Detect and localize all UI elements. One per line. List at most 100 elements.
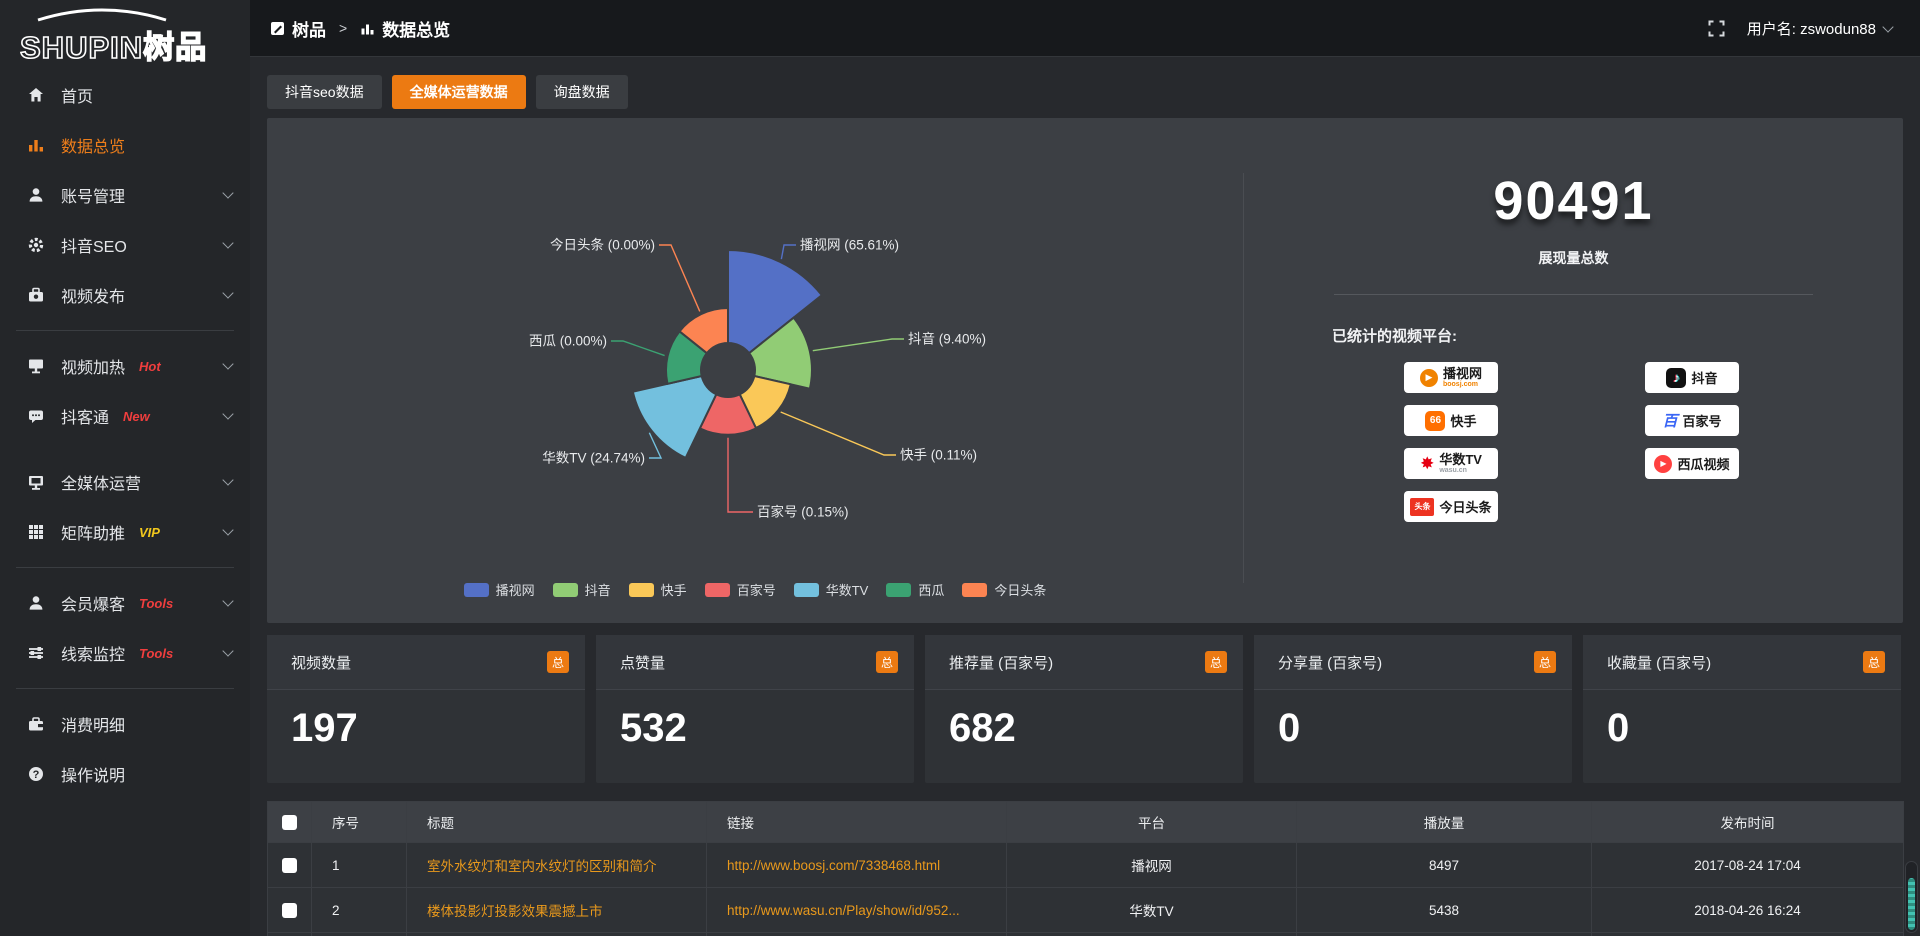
- logo-text: SHUPIN树品: [20, 22, 250, 67]
- sidebar-item-matrix-boost[interactable]: 矩阵助推 VIP: [0, 507, 250, 557]
- platform-badge-xigua: ▶ 西瓜视频: [1645, 448, 1739, 479]
- cell-link[interactable]: http://www.boosj.com/7338468.html: [707, 843, 1007, 888]
- toutiao-logo-icon: 头条: [1410, 498, 1434, 516]
- stat-title: 点赞量: [620, 652, 665, 673]
- chevron-down-icon: [222, 595, 233, 606]
- cell-title[interactable]: 室外水纹灯和室内水纹灯的区别和简介: [407, 843, 707, 888]
- legend-swatch: [629, 583, 654, 597]
- platform-badges: ▶ 播视网boosj.com ♪ 抖音 66 快手 百 百家号: [1404, 362, 1903, 522]
- stat-card-recommendations: 推荐量 (百家号)总 682: [925, 635, 1243, 783]
- select-all-checkbox[interactable]: [282, 815, 297, 830]
- sidebar-item-label: 全媒体运营: [61, 470, 141, 494]
- sidebar-item-label: 线索监控: [61, 641, 125, 665]
- platform-badge-kuaishou: 66 快手: [1404, 405, 1498, 436]
- table-row: 2 楼体投影灯投影效果震撼上市 http://www.wasu.cn/Play/…: [268, 888, 1904, 933]
- pie-label: 西瓜 (0.00%): [529, 334, 607, 349]
- pie-label: 百家号 (0.15%): [757, 504, 849, 520]
- gear-icon: [26, 235, 46, 255]
- tools-badge: Tools: [139, 596, 173, 611]
- sidebar-item-lead-monitoring[interactable]: 线索监控 Tools: [0, 628, 250, 678]
- pie-label-line: [781, 412, 896, 455]
- breadcrumb-root[interactable]: 树品: [292, 16, 326, 41]
- sidebar-item-label: 会员爆客: [61, 591, 125, 615]
- pie-slice-华数TV[interactable]: [633, 376, 716, 458]
- shupin-crumb-icon: [270, 21, 285, 36]
- pie-label: 快手 (0.11%): [900, 448, 977, 463]
- tab-douyin-seo-data[interactable]: 抖音seo数据: [267, 75, 382, 109]
- videos-table: 序号 标题 链接 平台 播放量 发布时间 1 室外水纹灯和室内水纹灯的区别和简介…: [267, 801, 1903, 936]
- summary-panel: 90491 展现量总数 已统计的视频平台: ▶ 播视网boosj.com ♪ 抖…: [1244, 118, 1903, 623]
- legend-label: 播视网: [496, 580, 535, 599]
- tab-omni-media-data[interactable]: 全媒体运营数据: [392, 75, 526, 109]
- cell-link[interactable]: http://www.wasu.cn/Play/show/id/952...: [707, 888, 1007, 933]
- sidebar-item-member-baoke[interactable]: 会员爆客 Tools: [0, 578, 250, 628]
- logo-arc: [32, 8, 172, 22]
- row-checkbox[interactable]: [282, 858, 297, 873]
- platforms-label: 已统计的视频平台:: [1332, 325, 1903, 346]
- stat-card-shares: 分享量 (百家号)总 0: [1254, 635, 1572, 783]
- legend-swatch: [962, 583, 987, 597]
- scrollbar-thumb[interactable]: [1908, 878, 1915, 930]
- app: SHUPIN树品 首页 数据总览 账号管理 抖音SEO 视频发布: [0, 0, 1920, 936]
- sidebar-item-video-publish[interactable]: 视频发布: [0, 270, 250, 320]
- chevron-down-icon: [222, 187, 233, 198]
- stat-title: 分享量 (百家号): [1278, 652, 1382, 673]
- table-row: 1 室外水纹灯和室内水纹灯的区别和简介 http://www.boosj.com…: [268, 843, 1904, 888]
- legend-item[interactable]: 西瓜: [886, 580, 944, 599]
- user-menu[interactable]: 用户名: zswodun88: [1747, 18, 1892, 39]
- legend-label: 华数TV: [826, 580, 869, 599]
- legend-item[interactable]: 华数TV: [794, 580, 869, 599]
- main-content: 抖音seo数据 全媒体运营数据 询盘数据 播视网 (65.61%)抖音 (9.4…: [250, 57, 1920, 936]
- sidebar-item-doketong[interactable]: 抖客通 New: [0, 391, 250, 441]
- legend-item[interactable]: 今日头条: [962, 580, 1046, 599]
- sidebar-item-omni-media-operation[interactable]: 全媒体运营: [0, 457, 250, 507]
- sidebar-item-operation-guide[interactable]: ? 操作说明: [0, 749, 250, 799]
- sidebar-item-data-overview[interactable]: 数据总览: [0, 120, 250, 170]
- sidebar-divider: [16, 567, 234, 568]
- stat-cards-row: 视频数量总 197 点赞量总 532 推荐量 (百家号)总 682 分享量 (百…: [267, 635, 1903, 783]
- legend-swatch: [705, 583, 730, 597]
- legend-item[interactable]: 抖音: [553, 580, 611, 599]
- sidebar-item-label: 视频加热: [61, 354, 125, 378]
- stat-card-favorites: 收藏量 (百家号)总 0: [1583, 635, 1901, 783]
- sidebar-item-home[interactable]: 首页: [0, 70, 250, 120]
- legend-item[interactable]: 快手: [629, 580, 687, 599]
- sidebar-item-video-heating[interactable]: 视频加热 Hot: [0, 341, 250, 391]
- sidebar-item-consumption-detail[interactable]: 消费明细: [0, 699, 250, 749]
- legend-item[interactable]: 百家号: [705, 580, 776, 599]
- cell-plays: 8497: [1297, 843, 1592, 888]
- tab-inquiry-data[interactable]: 询盘数据: [536, 75, 628, 109]
- platform-badge-baijiahao: 百 百家号: [1645, 405, 1739, 436]
- sidebar-item-douyin-seo[interactable]: 抖音SEO: [0, 220, 250, 270]
- stat-title: 推荐量 (百家号): [949, 652, 1053, 673]
- video-publish-icon: [26, 285, 46, 305]
- xigua-logo-icon: ▶: [1654, 455, 1672, 473]
- cell-platform: 华数TV: [1007, 888, 1297, 933]
- sidebar-item-account-management[interactable]: 账号管理: [0, 170, 250, 220]
- total-badge: 总: [1863, 651, 1885, 673]
- platform-badge-douyin: ♪ 抖音: [1645, 362, 1739, 393]
- home-icon: [26, 85, 46, 105]
- sidebar: SHUPIN树品 首页 数据总览 账号管理 抖音SEO 视频发布: [0, 0, 250, 936]
- legend-item[interactable]: 播视网: [464, 580, 535, 599]
- fullscreen-icon[interactable]: [1708, 20, 1725, 37]
- chevron-down-icon: [222, 237, 233, 248]
- baijiahao-logo-icon: 百: [1662, 410, 1677, 431]
- sidebar-divider: [16, 330, 234, 331]
- chart-panel: 播视网 (65.61%)抖音 (9.40%)快手 (0.11%)百家号 (0.1…: [267, 118, 1903, 623]
- hot-badge: Hot: [139, 359, 161, 374]
- pie-label-line: [659, 245, 700, 311]
- platform-name: 西瓜视频: [1677, 454, 1729, 473]
- new-badge: New: [123, 409, 150, 424]
- sidebar-item-label: 矩阵助推: [61, 520, 125, 544]
- row-checkbox[interactable]: [282, 903, 297, 918]
- cell-index: 2: [312, 888, 407, 933]
- cell-title[interactable]: 楼体投影灯投影效果震撼上市: [407, 888, 707, 933]
- monitor-icon: [26, 472, 46, 492]
- breadcrumb: 树品 > 数据总览: [270, 16, 450, 41]
- vip-badge: VIP: [139, 525, 160, 540]
- monitor-play-icon: [26, 356, 46, 376]
- user-icon: [26, 185, 46, 205]
- wasu-logo-icon: ✸: [1420, 455, 1434, 472]
- legend-label: 西瓜: [918, 580, 944, 599]
